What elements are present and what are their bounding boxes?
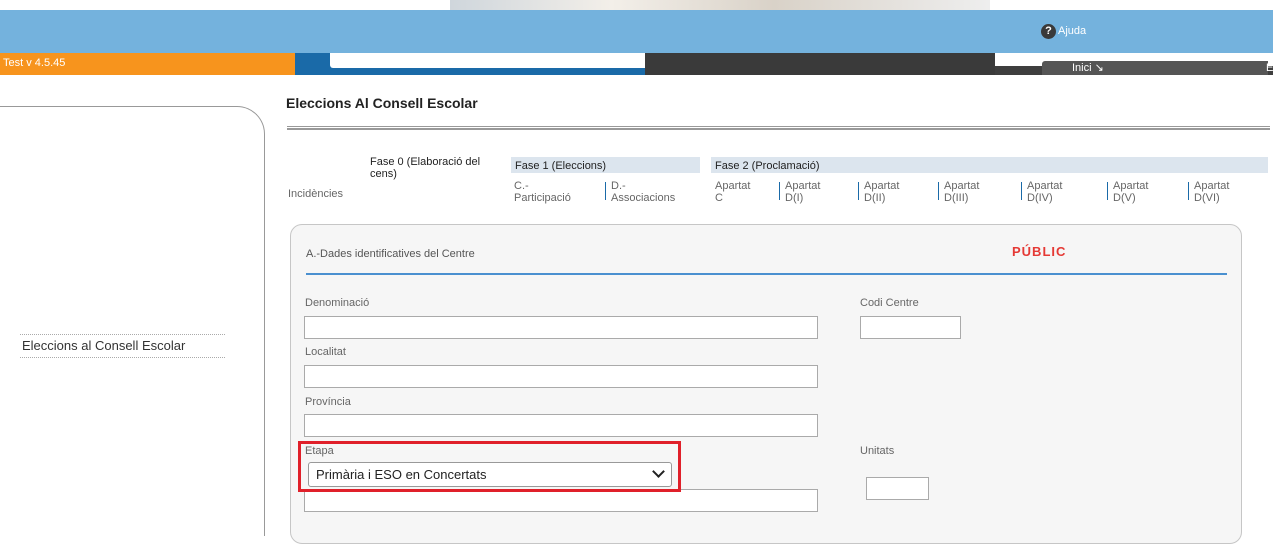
sidebar-item-eleccions[interactable]: Eleccions al Consell Escolar [20,334,225,358]
codi-centre-field[interactable] [860,316,961,339]
inici-link[interactable]: Inici ↘ E [1042,61,1273,75]
tab-separator [858,182,859,200]
title-divider [287,126,1270,130]
overflow-letter: E [1266,62,1273,74]
provincia-label: Província [305,396,351,408]
codi-centre-label: Codi Centre [860,297,919,309]
tab-separator [605,182,606,200]
tab-apartat-d6[interactable]: Apartat D(VI) [1194,180,1239,204]
sidebar [0,106,265,536]
unitats-label: Unitats [860,445,895,457]
tab-separator [1021,182,1022,200]
localitat-label: Localitat [305,346,346,358]
help-link[interactable]: ? Ajuda [1041,22,1086,40]
nav-tab-notch [330,53,645,68]
inici-label: Inici [1072,62,1095,74]
arrow-icon: ↘ [1094,62,1104,74]
provincia-field[interactable] [304,414,818,437]
tab-d-associacions[interactable]: D.- Associacions [611,180,691,204]
etapa-select[interactable]: Primària i ESO en Concertats [308,462,672,487]
version-label: Test v 4.5.45 [3,57,66,69]
denominacio-label: Denominació [305,297,370,309]
tab-separator [938,182,939,200]
tab-c-participacio[interactable]: C.- Participació [514,180,584,204]
help-label: Ajuda [1058,25,1087,37]
section-divider [306,273,1227,275]
tab-incidencies[interactable]: Incidències [288,188,343,200]
unitats-field[interactable] [866,477,929,500]
tab-apartat-d5[interactable]: Apartat D(V) [1113,180,1158,204]
tab-separator [779,182,780,200]
page-title: Eleccions Al Consell Escolar [286,95,478,111]
nav-tab-dark [645,53,995,75]
tab-apartat-d1[interactable]: Apartat D(I) [785,180,830,204]
etapa-secondary-field[interactable] [304,489,818,512]
status-badge: PÚBLIC [1012,244,1067,259]
tab-apartat-d3[interactable]: Apartat D(III) [944,180,989,204]
chevron-down-icon [652,465,665,478]
tab-apartat-c[interactable]: Apartat C [715,180,755,204]
tab-fase-0[interactable]: Fase 0 (Elaboració del cens) [370,156,500,180]
tab-apartat-d2[interactable]: Apartat D(II) [864,180,909,204]
localitat-field[interactable] [304,365,818,388]
denominacio-field[interactable] [304,316,818,339]
tab-fase-1[interactable]: Fase 1 (Eleccions) [515,160,606,172]
tab-separator [1188,182,1189,200]
tab-apartat-d4[interactable]: Apartat D(IV) [1027,180,1072,204]
header-banner-image [450,0,990,10]
tab-fase-2[interactable]: Fase 2 (Proclamació) [715,160,820,172]
help-circle-icon: ? [1041,23,1056,39]
section-title: A.-Dades identificatives del Centre [306,248,475,260]
etapa-selected-value: Primària i ESO en Concertats [316,467,487,482]
tab-separator [1107,182,1108,200]
